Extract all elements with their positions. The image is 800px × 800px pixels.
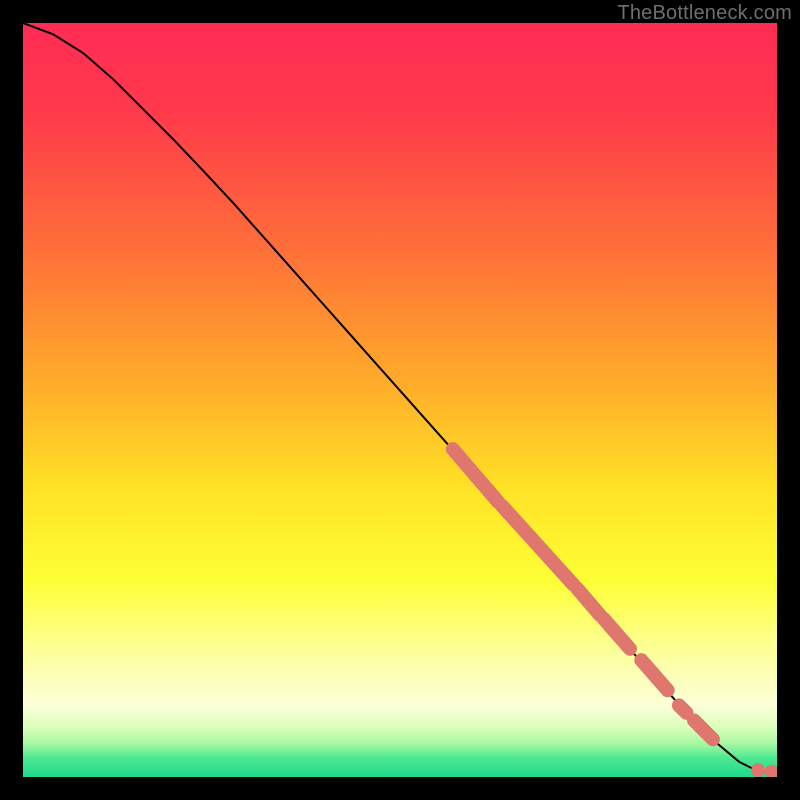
bottleneck-chart <box>23 23 777 777</box>
chart-stage: TheBottleneck.com <box>0 0 800 800</box>
highlight-point <box>751 763 765 777</box>
highlight-segment <box>679 705 687 713</box>
attribution-label: TheBottleneck.com <box>617 2 792 25</box>
gradient-background <box>23 23 777 777</box>
